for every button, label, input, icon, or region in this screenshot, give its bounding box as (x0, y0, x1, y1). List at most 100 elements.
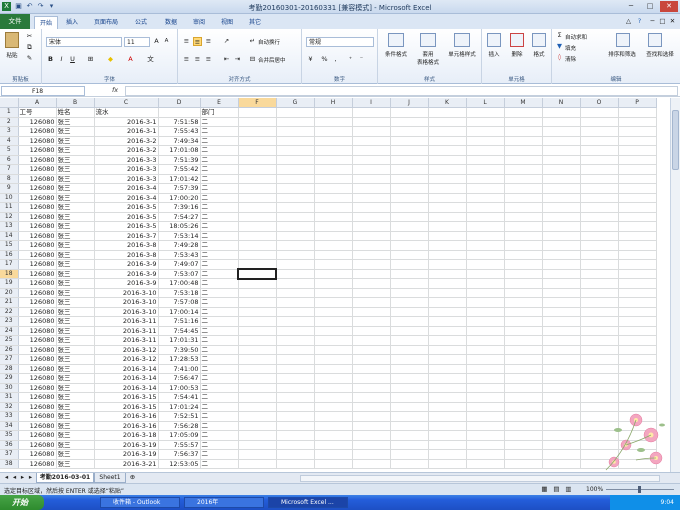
insert-cells-button[interactable]: 插入 (484, 50, 504, 58)
cell[interactable] (314, 411, 353, 422)
cell[interactable] (352, 278, 391, 289)
cell[interactable] (352, 107, 391, 118)
cell[interactable] (466, 174, 505, 184)
cell[interactable]: 126080 (18, 164, 57, 175)
cell[interactable] (238, 449, 277, 460)
cell[interactable] (618, 117, 657, 127)
cell[interactable] (504, 326, 543, 336)
cell[interactable] (542, 402, 581, 412)
format-painter-icon[interactable]: ✎ (25, 54, 34, 63)
cell[interactable]: 二 (200, 155, 239, 165)
cell[interactable] (390, 107, 429, 118)
column-header[interactable]: I (352, 98, 391, 108)
cell[interactable] (580, 250, 619, 260)
cell[interactable]: 二 (200, 316, 239, 327)
cell[interactable] (314, 449, 353, 460)
cell[interactable] (466, 459, 505, 469)
cell[interactable] (238, 164, 277, 175)
cell[interactable]: 126080 (18, 278, 57, 289)
cell[interactable]: 二 (200, 364, 239, 374)
cell[interactable] (466, 307, 505, 317)
cell[interactable]: 7:55:43 (158, 126, 201, 137)
cell[interactable]: 17:01:42 (158, 174, 201, 184)
cell[interactable] (466, 364, 505, 374)
cell[interactable] (352, 421, 391, 431)
cell[interactable] (314, 221, 353, 232)
row-header[interactable]: 12 (0, 212, 19, 222)
cell[interactable] (504, 164, 543, 175)
page-break-view-icon[interactable]: ▥ (564, 485, 573, 494)
cell[interactable]: 17:05:09 (158, 430, 201, 441)
cell[interactable]: 2016-3-8 (94, 240, 159, 251)
cell[interactable] (276, 269, 315, 279)
cell[interactable]: 张三 (56, 307, 95, 317)
cell[interactable] (466, 202, 505, 213)
cell[interactable] (542, 392, 581, 403)
cell[interactable] (466, 430, 505, 441)
cell[interactable] (238, 326, 277, 336)
cell[interactable]: 126080 (18, 421, 57, 431)
cell[interactable] (504, 354, 543, 365)
cell[interactable] (428, 202, 467, 213)
conditional-format-icon[interactable] (388, 33, 404, 47)
help-icon[interactable]: ? (635, 17, 644, 26)
cell[interactable] (238, 440, 277, 450)
cell[interactable] (276, 202, 315, 213)
cell[interactable]: 2016-3-10 (94, 288, 159, 298)
cell[interactable] (618, 335, 657, 346)
cell[interactable]: 126080 (18, 240, 57, 251)
cell[interactable]: 17:00:48 (158, 278, 201, 289)
cell[interactable] (580, 316, 619, 327)
cell[interactable] (390, 231, 429, 241)
cell[interactable] (314, 373, 353, 384)
cell[interactable] (276, 164, 315, 175)
taskbar-outlook[interactable]: 收件箱 - Outlook (100, 497, 180, 508)
last-sheet-icon[interactable]: ▸ (26, 473, 35, 482)
cell[interactable] (618, 221, 657, 232)
row-header[interactable]: 36 (0, 440, 19, 450)
cell[interactable] (618, 164, 657, 175)
cell[interactable]: 126080 (18, 202, 57, 213)
cell[interactable]: 二 (200, 136, 239, 146)
delete-cells-icon[interactable] (510, 33, 524, 47)
cell[interactable] (276, 240, 315, 251)
cell[interactable] (276, 250, 315, 260)
cell[interactable] (504, 459, 543, 469)
cell[interactable] (428, 402, 467, 412)
format-cells-icon[interactable] (532, 33, 546, 47)
cell[interactable] (276, 421, 315, 431)
cell[interactable] (428, 212, 467, 222)
tab-home[interactable]: 开始 (34, 16, 58, 29)
cell[interactable]: 二 (200, 117, 239, 127)
cell[interactable]: 7:56:47 (158, 373, 201, 384)
cell[interactable] (352, 155, 391, 165)
cell[interactable] (314, 421, 353, 431)
cell[interactable]: 二 (200, 307, 239, 317)
cell[interactable] (314, 392, 353, 403)
cell[interactable] (466, 326, 505, 336)
cell[interactable] (390, 316, 429, 327)
increase-indent-icon[interactable]: ⇥ (233, 55, 242, 64)
minimize-icon[interactable]: ─ (622, 1, 640, 12)
cell[interactable] (314, 430, 353, 441)
cell[interactable]: 7:51:16 (158, 316, 201, 327)
cell[interactable]: 二 (200, 440, 239, 450)
cell[interactable] (390, 145, 429, 156)
sort-filter-icon[interactable] (616, 33, 630, 47)
cell[interactable] (276, 231, 315, 241)
row-header[interactable]: 37 (0, 449, 19, 460)
cell[interactable] (390, 278, 429, 289)
row-header[interactable]: 16 (0, 250, 19, 260)
cell[interactable] (352, 373, 391, 384)
cell[interactable] (428, 117, 467, 127)
cell[interactable] (618, 383, 657, 393)
cell[interactable] (542, 373, 581, 384)
cell[interactable]: 二 (200, 335, 239, 346)
cell[interactable] (314, 354, 353, 365)
number-format-select[interactable]: 常规 (306, 37, 374, 47)
cell[interactable]: 二 (200, 240, 239, 251)
cell[interactable] (504, 155, 543, 165)
cell[interactable] (276, 307, 315, 317)
cell[interactable] (504, 383, 543, 393)
column-header[interactable]: A (18, 98, 57, 108)
